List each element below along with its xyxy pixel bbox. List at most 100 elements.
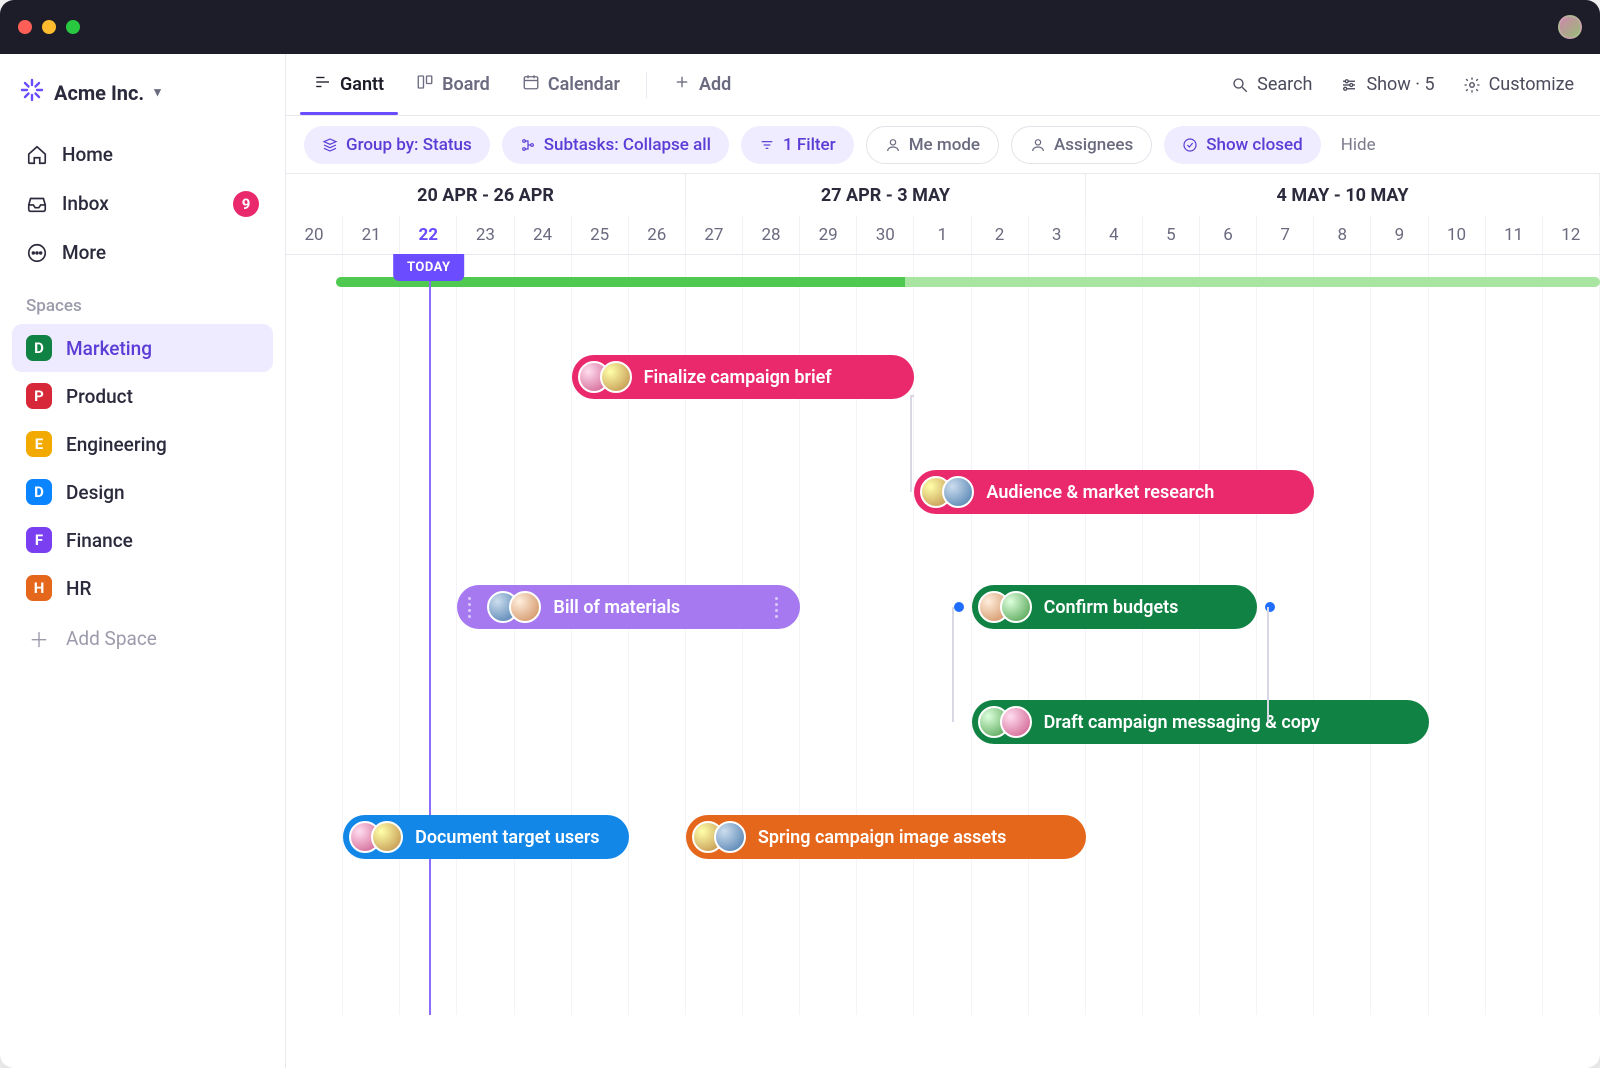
logo-icon: [20, 78, 44, 107]
assignee-avatars: [578, 361, 632, 393]
spaces-label: Spaces: [12, 278, 273, 322]
sidebar: Acme Inc. ▾ Home Inbox 9 More Spaces DMa…: [0, 54, 286, 1068]
inbox-badge: 9: [233, 191, 259, 217]
gantt-task-bar[interactable]: Document target users: [343, 815, 629, 859]
space-label: Finance: [66, 529, 133, 552]
app-window: Acme Inc. ▾ Home Inbox 9 More Spaces DMa…: [0, 0, 1600, 1068]
dependency-handle[interactable]: [954, 602, 964, 612]
assignee-avatars: [349, 821, 403, 853]
more-icon: [26, 242, 48, 264]
avatar: [1000, 591, 1032, 623]
gantt-task-bar[interactable]: Audience & market research: [914, 470, 1314, 514]
pill-label: Me mode: [909, 135, 980, 155]
nav-home[interactable]: Home: [12, 131, 273, 178]
drag-grip-icon[interactable]: [770, 597, 782, 618]
gantt-task-bar[interactable]: Finalize campaign brief: [572, 355, 915, 399]
week-header: 27 APR - 3 MAY: [686, 174, 1086, 216]
subtasks-pill[interactable]: Subtasks: Collapse all: [502, 126, 729, 164]
avatar: [714, 821, 746, 853]
tab-board[interactable]: Board: [402, 55, 504, 114]
me-mode-pill[interactable]: Me mode: [866, 126, 999, 164]
board-icon: [416, 73, 434, 96]
task-label: Spring campaign image assets: [758, 827, 1007, 848]
gantt-task-bar[interactable]: Spring campaign image assets: [686, 815, 1086, 859]
nav-more[interactable]: More: [12, 229, 273, 276]
show-label: Show · 5: [1366, 74, 1434, 95]
search-button[interactable]: Search: [1219, 64, 1324, 105]
customize-button[interactable]: Customize: [1451, 64, 1586, 105]
day-header: 9: [1371, 216, 1428, 254]
task-label: Bill of materials: [553, 597, 680, 618]
view-tabs: Gantt Board Calendar Add S: [286, 54, 1600, 116]
nav-inbox[interactable]: Inbox 9: [12, 180, 273, 227]
day-header: 3: [1029, 216, 1086, 254]
space-badge-icon: F: [26, 527, 52, 553]
assignee-avatars: [978, 706, 1032, 738]
home-icon: [26, 144, 48, 166]
gantt-task-bar[interactable]: Confirm budgets: [972, 585, 1258, 629]
workspace-switcher[interactable]: Acme Inc. ▾: [12, 68, 273, 117]
space-badge-icon: P: [26, 383, 52, 409]
tab-label: Board: [442, 74, 490, 95]
tab-gantt[interactable]: Gantt: [300, 55, 398, 114]
group-by-pill[interactable]: Group by: Status: [304, 126, 490, 164]
add-space-button[interactable]: ＋ Add Space: [12, 614, 273, 662]
day-header: 22: [400, 216, 457, 254]
minimize-icon[interactable]: [42, 20, 56, 34]
close-icon[interactable]: [18, 20, 32, 34]
gantt-header: 20 APR - 26 APR27 APR - 3 MAY4 MAY - 10 …: [286, 174, 1600, 255]
progress-bar: [336, 277, 1600, 287]
filter-bar: Group by: Status Subtasks: Collapse all …: [286, 116, 1600, 174]
day-header: 1: [914, 216, 971, 254]
pill-label: Subtasks: Collapse all: [544, 135, 711, 155]
tab-label: Add: [699, 74, 731, 95]
day-header: 26: [629, 216, 686, 254]
avatar: [1000, 706, 1032, 738]
sidebar-space-engineering[interactable]: E Engineering: [12, 420, 273, 468]
show-closed-pill[interactable]: Show closed: [1164, 126, 1321, 164]
gantt-icon: [314, 73, 332, 96]
nav-label: Home: [62, 143, 113, 166]
assignee-avatars: [978, 591, 1032, 623]
day-header: 8: [1314, 216, 1371, 254]
gantt-body[interactable]: TODAY Finalize campaign briefAudience & …: [286, 255, 1600, 1015]
day-header: 5: [1143, 216, 1200, 254]
sidebar-space-design[interactable]: DDesign: [12, 468, 273, 516]
space-badge-icon: D: [26, 479, 52, 505]
calendar-icon: [522, 73, 540, 96]
user-avatar[interactable]: [1558, 15, 1582, 39]
day-header: 11: [1486, 216, 1543, 254]
customize-label: Customize: [1489, 74, 1574, 95]
space-badge-icon: E: [26, 431, 52, 457]
avatar: [509, 591, 541, 623]
gantt-task-bar[interactable]: Draft campaign messaging & copy: [972, 700, 1429, 744]
day-header: 21: [343, 216, 400, 254]
tab-calendar[interactable]: Calendar: [508, 55, 634, 114]
tab-label: Gantt: [340, 74, 384, 95]
sidebar-space-product[interactable]: P Product: [12, 372, 273, 420]
show-button[interactable]: Show · 5: [1328, 64, 1446, 105]
day-header: 24: [515, 216, 572, 254]
sidebar-space-finance[interactable]: F Finance: [12, 516, 273, 564]
gantt-view: 20 APR - 26 APR27 APR - 3 MAY4 MAY - 10 …: [286, 174, 1600, 1068]
sidebar-space-hr[interactable]: HHR: [12, 564, 273, 612]
filter-pill[interactable]: 1 Filter: [741, 126, 854, 164]
maximize-icon[interactable]: [66, 20, 80, 34]
day-header: 28: [743, 216, 800, 254]
hide-button[interactable]: Hide: [1341, 135, 1376, 155]
assignee-avatars: [692, 821, 746, 853]
space-label: Product: [66, 385, 133, 408]
gantt-task-bar[interactable]: Bill of materials: [457, 585, 800, 629]
assignees-pill[interactable]: Assignees: [1011, 126, 1152, 164]
tab-add-view[interactable]: Add: [659, 55, 745, 114]
sidebar-space-marketing[interactable]: DMarketing: [12, 324, 273, 372]
day-header: 23: [457, 216, 514, 254]
avatar: [371, 821, 403, 853]
drag-grip-icon[interactable]: [463, 597, 475, 618]
pill-label: Assignees: [1054, 135, 1133, 155]
search-label: Search: [1257, 74, 1312, 95]
space-label: Engineering: [66, 433, 167, 456]
add-space-label: Add Space: [66, 627, 157, 650]
day-header: 10: [1429, 216, 1486, 254]
day-header: 2: [972, 216, 1029, 254]
